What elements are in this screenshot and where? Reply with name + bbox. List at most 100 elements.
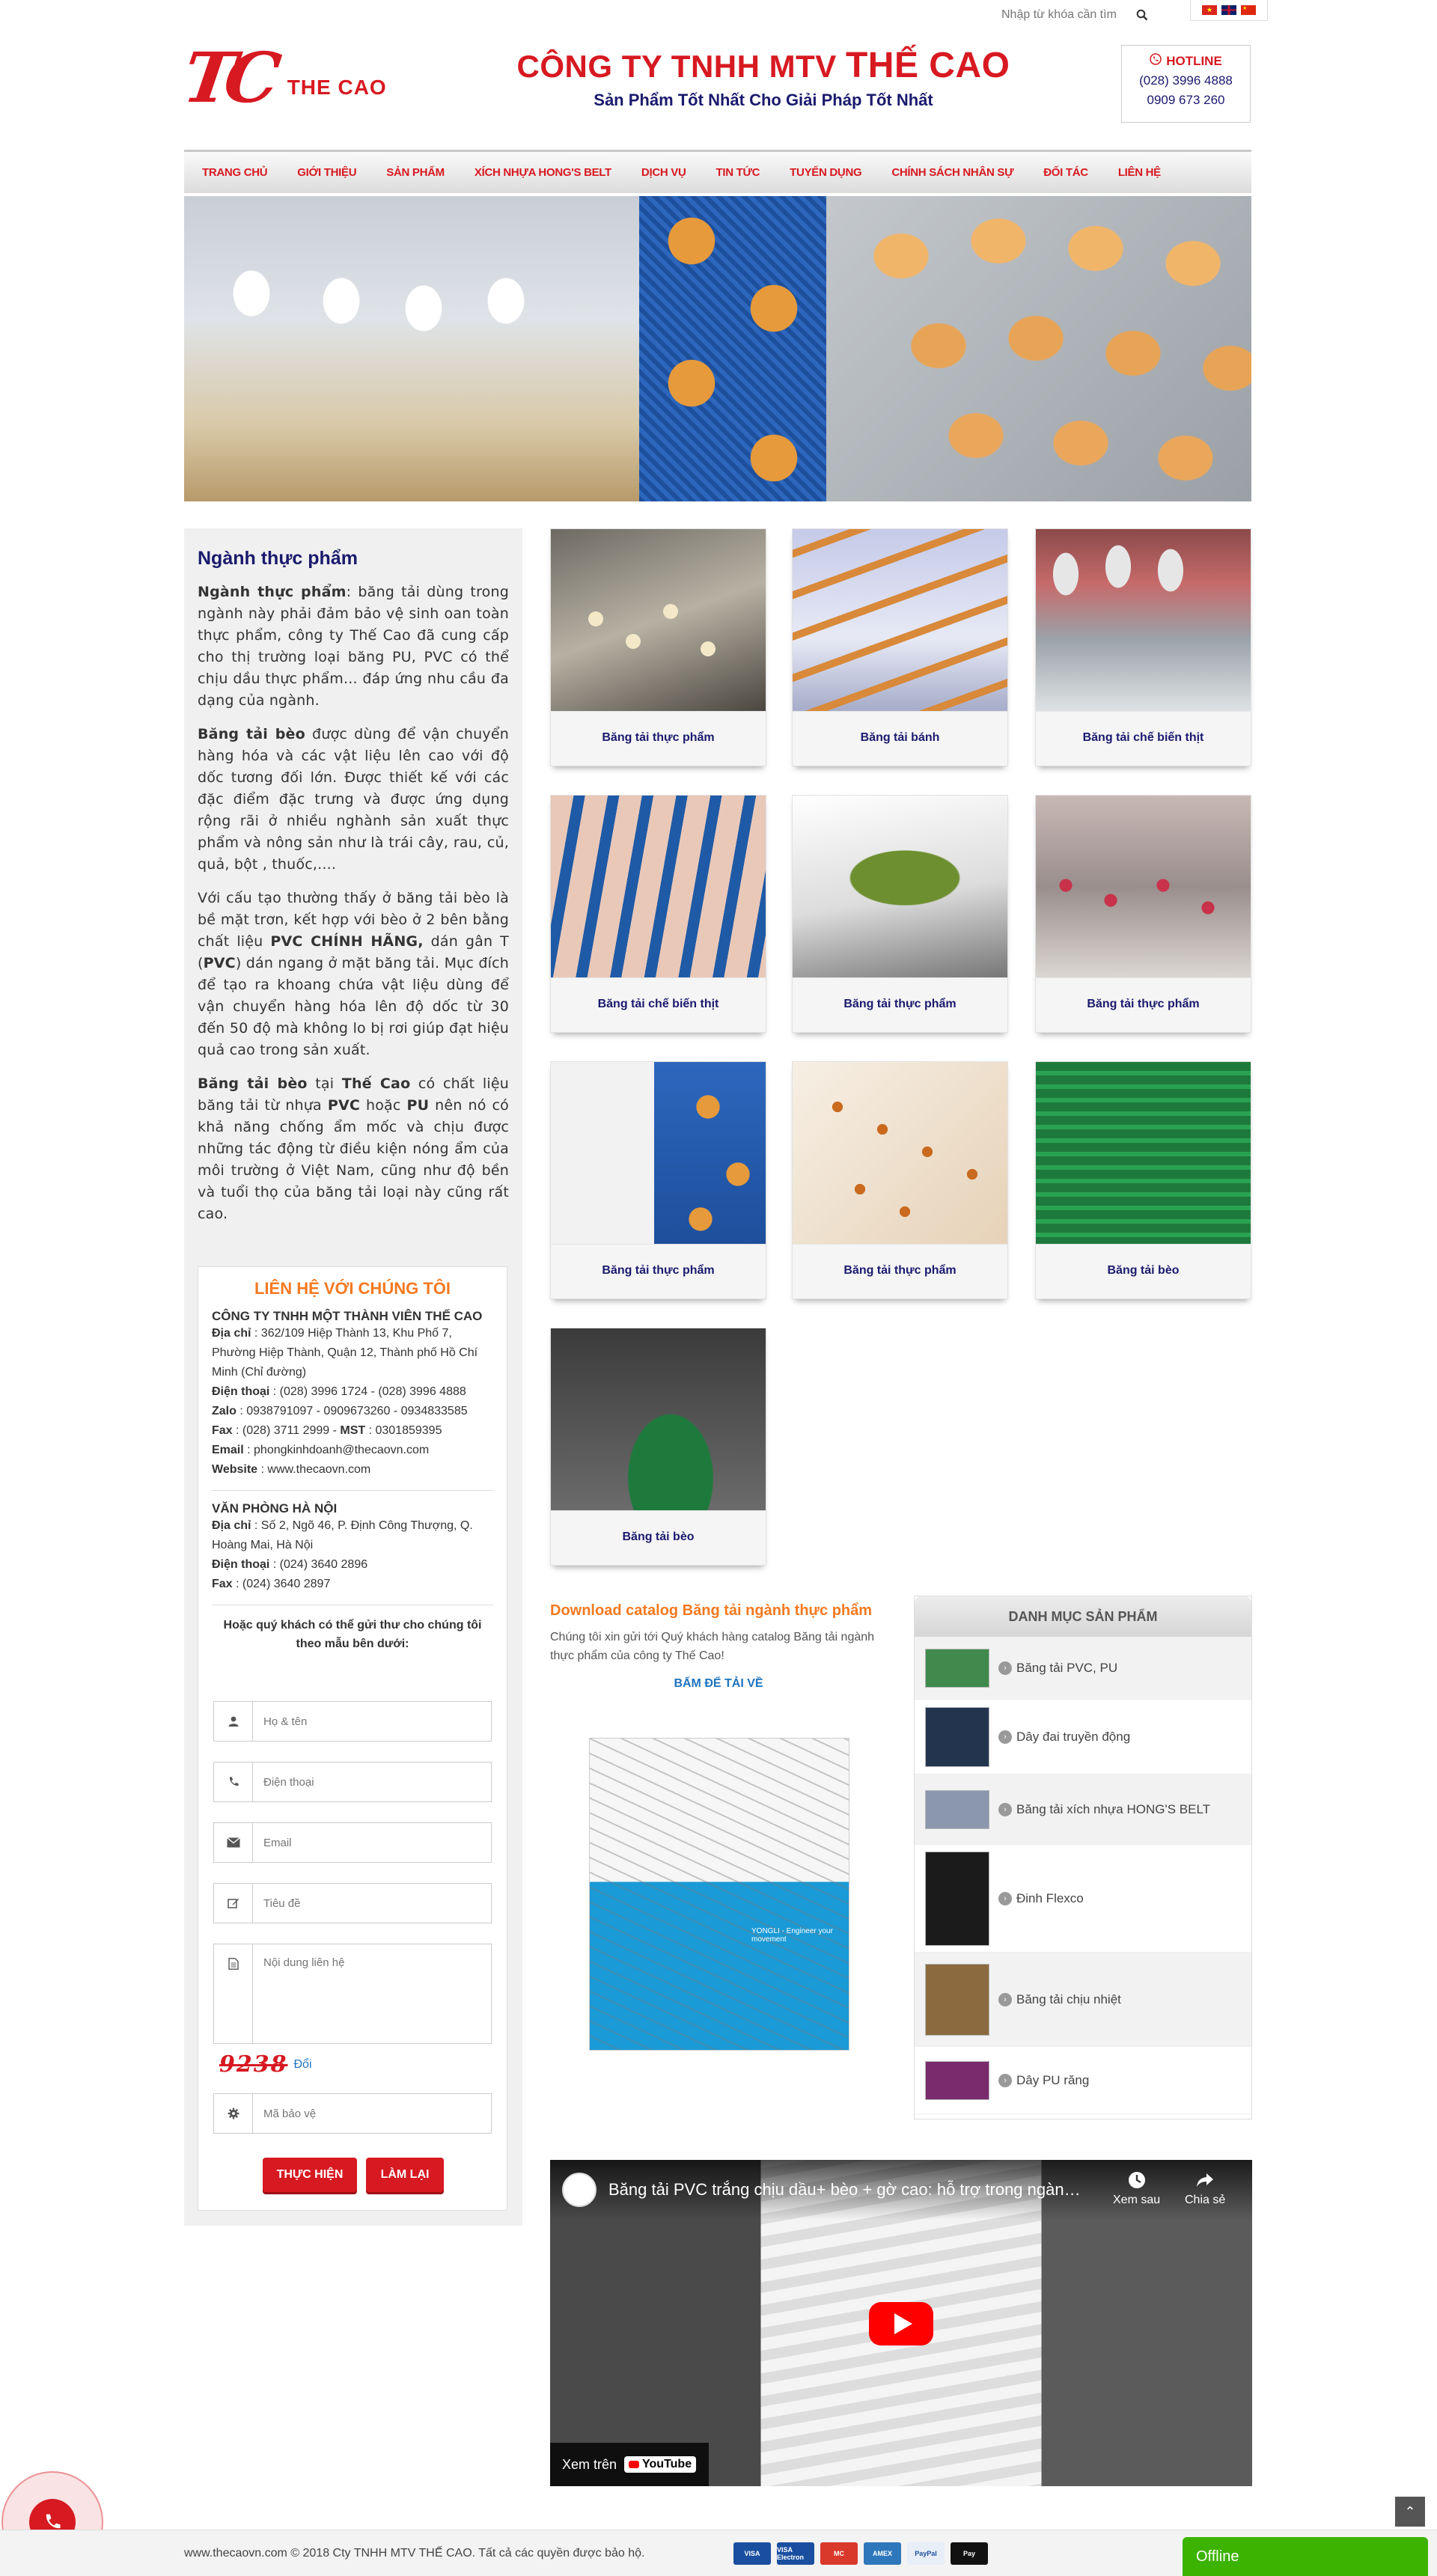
contact-fax: Fax : (028) 3711 2999 - MST : 0301859395 bbox=[212, 1421, 493, 1441]
catalog-cover-image[interactable]: YONGLI - Engineer your movement bbox=[589, 1738, 849, 2051]
search-input[interactable] bbox=[1001, 8, 1132, 22]
watch-on-youtube-button[interactable]: Xem trên YouTube bbox=[550, 2443, 709, 2486]
category-item[interactable]: › Dây PU răng bbox=[915, 2047, 1251, 2114]
sidebar-bold-term: PU bbox=[406, 1097, 430, 1114]
banner-bread-rolls-image bbox=[826, 196, 1251, 501]
chevron-up-icon: ⌃ bbox=[1404, 2503, 1416, 2519]
live-chat-widget[interactable]: Offline bbox=[1183, 2537, 1428, 2576]
value[interactable]: : phongkinhdoanh@thecaovn.com bbox=[244, 1444, 429, 1456]
nav-item-contact[interactable]: LIÊN HỆ bbox=[1103, 166, 1176, 179]
category-thumbnail bbox=[925, 2060, 989, 2100]
hotline-number-1[interactable]: (028) 3996 4888 bbox=[1122, 73, 1250, 88]
value: : 362/109 Hiệp Thành 13, Khu Phố 7, Phườ… bbox=[212, 1327, 478, 1379]
paypal-icon: PayPal bbox=[907, 2542, 945, 2565]
share-button[interactable]: Chia sẻ bbox=[1185, 2170, 1225, 2207]
category-thumbnail bbox=[925, 1963, 989, 2036]
sidebar-paragraph-2: Băng tải bèo được dùng để vận chuyển hàn… bbox=[198, 724, 509, 876]
category-item[interactable]: › Băng tải chịu nhiệt bbox=[915, 1953, 1251, 2047]
search-bar bbox=[1001, 3, 1159, 27]
category-item[interactable]: › Đinh Flexco bbox=[915, 1845, 1251, 1953]
reset-button[interactable]: LÀM LẠI bbox=[366, 2158, 444, 2192]
product-name: Băng tải chế biến thịt bbox=[1082, 731, 1204, 744]
nav-item-hongs-belt[interactable]: XÍCH NHỰA HONG'S BELT bbox=[460, 166, 626, 179]
uk-flag-icon[interactable] bbox=[1221, 5, 1236, 15]
product-name: Băng tải bèo bbox=[1107, 1264, 1180, 1277]
contact-title: LIÊN HỆ VỚI CHÚNG TÔI bbox=[254, 1279, 451, 1298]
message-field bbox=[213, 1944, 492, 2044]
product-image bbox=[551, 529, 766, 712]
product-card[interactable]: Băng tải thực phẩm bbox=[550, 1061, 766, 1299]
banner-factory-workers-image bbox=[184, 196, 639, 501]
product-card[interactable]: Băng tải bèo bbox=[550, 1328, 766, 1566]
category-item[interactable]: › Dây đai truyền động bbox=[915, 1700, 1251, 1774]
product-card[interactable]: Băng tải bèo bbox=[1035, 1061, 1251, 1299]
sidebar-bold-term: PVC bbox=[203, 955, 236, 971]
nav-item-partners[interactable]: ĐỐI TÁC bbox=[1028, 166, 1103, 179]
chevron-right-icon: › bbox=[998, 1730, 1012, 1744]
nav-item-recruitment[interactable]: TUYỂN DỤNG bbox=[775, 166, 876, 179]
catalog-caption: YONGLI - Engineer your movement bbox=[751, 1927, 833, 1944]
hero-banner bbox=[184, 196, 1251, 501]
hotline-number-2[interactable]: 0909 673 260 bbox=[1122, 93, 1250, 108]
category-label: Dây PU răng bbox=[1016, 2072, 1090, 2087]
play-button[interactable] bbox=[869, 2302, 933, 2345]
sidebar-bold-term: Băng tải bèo bbox=[198, 726, 305, 742]
sidebar-paragraph-3: Với cấu tạo thường thấy ở băng tải bèo l… bbox=[198, 888, 509, 1061]
sidebar-bold-term: Băng tải bèo bbox=[198, 1075, 308, 1092]
scroll-to-top-button[interactable]: ⌃ bbox=[1395, 2497, 1425, 2527]
sidebar-text: nên nó có khả năng chống ẩm mốc và chịu … bbox=[198, 1097, 509, 1222]
label: Fax bbox=[212, 1578, 233, 1590]
contact-address: Địa chỉ : 362/109 Hiệp Thành 13, Khu Phố… bbox=[212, 1324, 493, 1382]
captcha-refresh-link[interactable]: Đổi bbox=[294, 2058, 312, 2072]
site-logo[interactable]: TC THE CAO bbox=[178, 37, 431, 118]
product-card[interactable]: Băng tải thực phẩm bbox=[550, 528, 766, 766]
channel-avatar[interactable] bbox=[562, 2173, 597, 2207]
youtube-video-embed[interactable]: Băng tải PVC trắng chịu dầu+ bèo + gờ ca… bbox=[550, 2160, 1252, 2486]
phone-icon bbox=[1150, 53, 1162, 69]
product-card[interactable]: Băng tải bánh bbox=[792, 528, 1008, 766]
product-card[interactable]: Băng tải thực phẩm bbox=[792, 795, 1008, 1033]
nav-item-home[interactable]: TRANG CHỦ bbox=[187, 166, 282, 179]
submit-button[interactable]: THỰC HIỆN bbox=[263, 2158, 357, 2192]
email-field bbox=[213, 1822, 492, 1863]
captcha-row: 9238 Đổi bbox=[219, 2051, 312, 2078]
subject-input[interactable] bbox=[253, 1896, 478, 1910]
message-textarea[interactable] bbox=[253, 1944, 478, 2043]
nav-item-news[interactable]: TIN TỨC bbox=[701, 166, 775, 179]
nav-item-services[interactable]: DỊCH VỤ bbox=[626, 166, 701, 179]
product-card[interactable]: Băng tải thực phẩm bbox=[792, 1061, 1008, 1299]
product-name: Băng tải thực phẩm bbox=[602, 731, 715, 744]
sidebar-text: được dùng để vận chuyển hàng hóa và các … bbox=[198, 726, 509, 873]
phone-input[interactable] bbox=[253, 1775, 478, 1789]
vietnam-flag-icon[interactable] bbox=[1202, 5, 1217, 15]
company-slogan: Sản Phẩm Tốt Nhất Cho Giải Pháp Tốt Nhất bbox=[594, 91, 933, 109]
product-card[interactable]: Băng tải chế biến thịt bbox=[550, 795, 766, 1033]
nav-item-products[interactable]: SẢN PHẨM bbox=[371, 166, 460, 179]
hanoi-address: Địa chỉ : Số 2, Ngõ 46, P. Định Công Thư… bbox=[212, 1516, 493, 1555]
footer-copyright: www.thecaovn.com © 2018 Cty TNHH MTV THẾ… bbox=[184, 2547, 645, 2560]
product-card[interactable]: Băng tải thực phẩm bbox=[1035, 795, 1251, 1033]
product-name: Băng tải thực phẩm bbox=[843, 1264, 957, 1277]
product-image bbox=[551, 1062, 766, 1245]
nav-item-about[interactable]: GIỚI THIỆU bbox=[282, 166, 371, 179]
captcha-input[interactable] bbox=[253, 2107, 478, 2120]
china-flag-icon[interactable] bbox=[1241, 5, 1256, 15]
catalog-download-link[interactable]: BẤM ĐỂ TẢI VỀ bbox=[550, 1677, 887, 1691]
email-input[interactable] bbox=[253, 1836, 478, 1849]
category-item[interactable]: › Băng tải PVC, PU bbox=[915, 1637, 1251, 1700]
video-title[interactable]: Băng tải PVC trắng chịu dầu+ bèo + gờ ca… bbox=[608, 2180, 1087, 2200]
name-input[interactable] bbox=[253, 1715, 478, 1728]
hotline-label: HOTLINE bbox=[1166, 53, 1222, 68]
category-item[interactable]: › Băng tải xích nhựa HONG'S BELT bbox=[915, 1774, 1251, 1845]
sidebar-text: : băng tải dùng trong ngành này phải đảm… bbox=[198, 584, 509, 709]
sidebar-bold-term: Thế Cao bbox=[341, 1075, 411, 1092]
search-icon[interactable] bbox=[1132, 5, 1152, 25]
product-image bbox=[551, 796, 766, 978]
watch-later-button[interactable]: Xem sau bbox=[1113, 2170, 1160, 2207]
nav-item-hr-policy[interactable]: CHÍNH SÁCH NHÂN SỰ bbox=[876, 166, 1028, 179]
product-card[interactable]: Băng tải chế biến thịt bbox=[1035, 528, 1251, 766]
sidebar-text: ) dán ngang ở mặt băng tải. Mục đích để … bbox=[198, 955, 509, 1058]
category-thumbnail bbox=[925, 1706, 989, 1767]
value[interactable]: : www.thecaovn.com bbox=[257, 1463, 371, 1476]
label: Điện thoại bbox=[212, 1558, 270, 1571]
